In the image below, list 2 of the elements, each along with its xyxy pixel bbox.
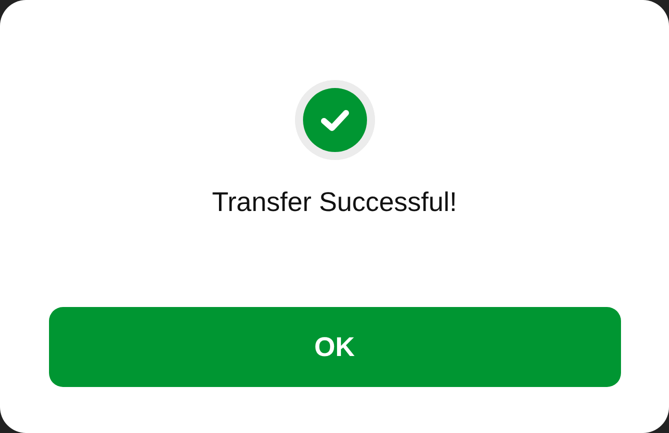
ok-button[interactable]: OK [48, 307, 620, 388]
dialog-title: Transfer Successful! [212, 186, 458, 218]
